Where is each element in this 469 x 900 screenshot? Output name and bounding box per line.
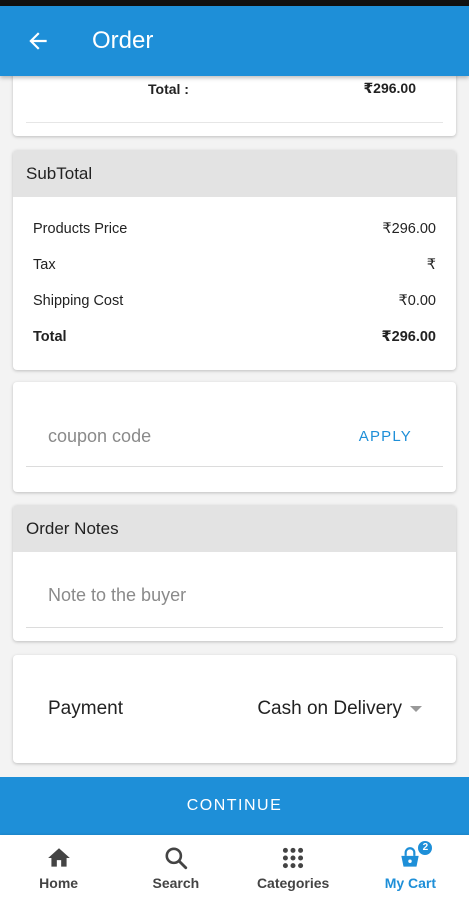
subtotal-row-products-price: Products Price ₹296.00 — [33, 211, 436, 247]
nav-label: My Cart — [384, 874, 437, 891]
coupon-input[interactable]: coupon code — [48, 426, 151, 447]
nav-label: Categories — [256, 874, 330, 891]
row-value: ₹0.00 — [398, 293, 436, 309]
nav-label: Search — [152, 874, 200, 891]
nav-label: Home — [39, 874, 79, 891]
subtotal-row-total: Total ₹296.00 — [33, 319, 436, 355]
payment-method-dropdown[interactable]: Cash on Delivery — [257, 698, 422, 720]
nav-item-my-cart[interactable]: 2 My Cart — [352, 835, 469, 900]
nav-item-categories[interactable]: Categories — [235, 835, 352, 900]
notes-input-underline — [26, 627, 443, 628]
grid-icon — [283, 847, 304, 868]
payment-card: Payment Cash on Delivery — [13, 655, 456, 763]
nav-item-search[interactable]: Search — [117, 835, 234, 900]
cart-count-badge: 2 — [416, 838, 435, 857]
subtotal-row-tax: Tax ₹ — [33, 247, 436, 283]
product-card: Total : ₹296.00 — [13, 76, 456, 136]
order-notes-input[interactable]: Note to the buyer — [48, 585, 186, 606]
subtotal-header: SubTotal — [13, 150, 456, 197]
back-button[interactable] — [18, 21, 58, 61]
product-total-row: Total : ₹296.00 — [148, 80, 416, 97]
search-icon — [165, 846, 188, 869]
coupon-input-underline — [26, 466, 443, 467]
payment-label: Payment — [48, 698, 123, 719]
apply-coupon-button[interactable]: APPLY — [359, 428, 412, 445]
coupon-card: coupon code APPLY — [13, 382, 456, 492]
subtotal-card: SubTotal Products Price ₹296.00 Tax ₹ Sh… — [13, 150, 456, 370]
payment-method-value: Cash on Delivery — [257, 698, 402, 719]
order-notes-header: Order Notes — [13, 505, 456, 552]
row-value: ₹296.00 — [382, 221, 436, 237]
subtotal-row-shipping: Shipping Cost ₹0.00 — [33, 283, 436, 319]
home-icon — [47, 847, 70, 867]
page-title: Order — [92, 27, 154, 54]
app-bar: Order — [0, 6, 469, 76]
order-content: Total : ₹296.00 SubTotal Products Price … — [0, 76, 469, 777]
product-total-value: ₹296.00 — [363, 80, 416, 96]
product-total-label: Total : — [148, 80, 189, 97]
row-label: Shipping Cost — [33, 293, 124, 309]
product-divider — [26, 122, 443, 123]
row-label: Tax — [33, 257, 56, 273]
order-notes-card: Order Notes Note to the buyer — [13, 505, 456, 641]
arrow-left-icon — [29, 32, 47, 50]
row-value: ₹296.00 — [381, 329, 436, 345]
row-label: Products Price — [33, 221, 128, 237]
continue-button[interactable]: CONTINUE — [0, 777, 469, 835]
row-label: Total — [33, 329, 67, 345]
bottom-navigation: Home Search Categories 2 My Cart — [0, 835, 469, 900]
nav-item-home[interactable]: Home — [0, 835, 117, 900]
row-value: ₹ — [426, 257, 436, 273]
dropdown-caret-icon — [410, 706, 422, 712]
